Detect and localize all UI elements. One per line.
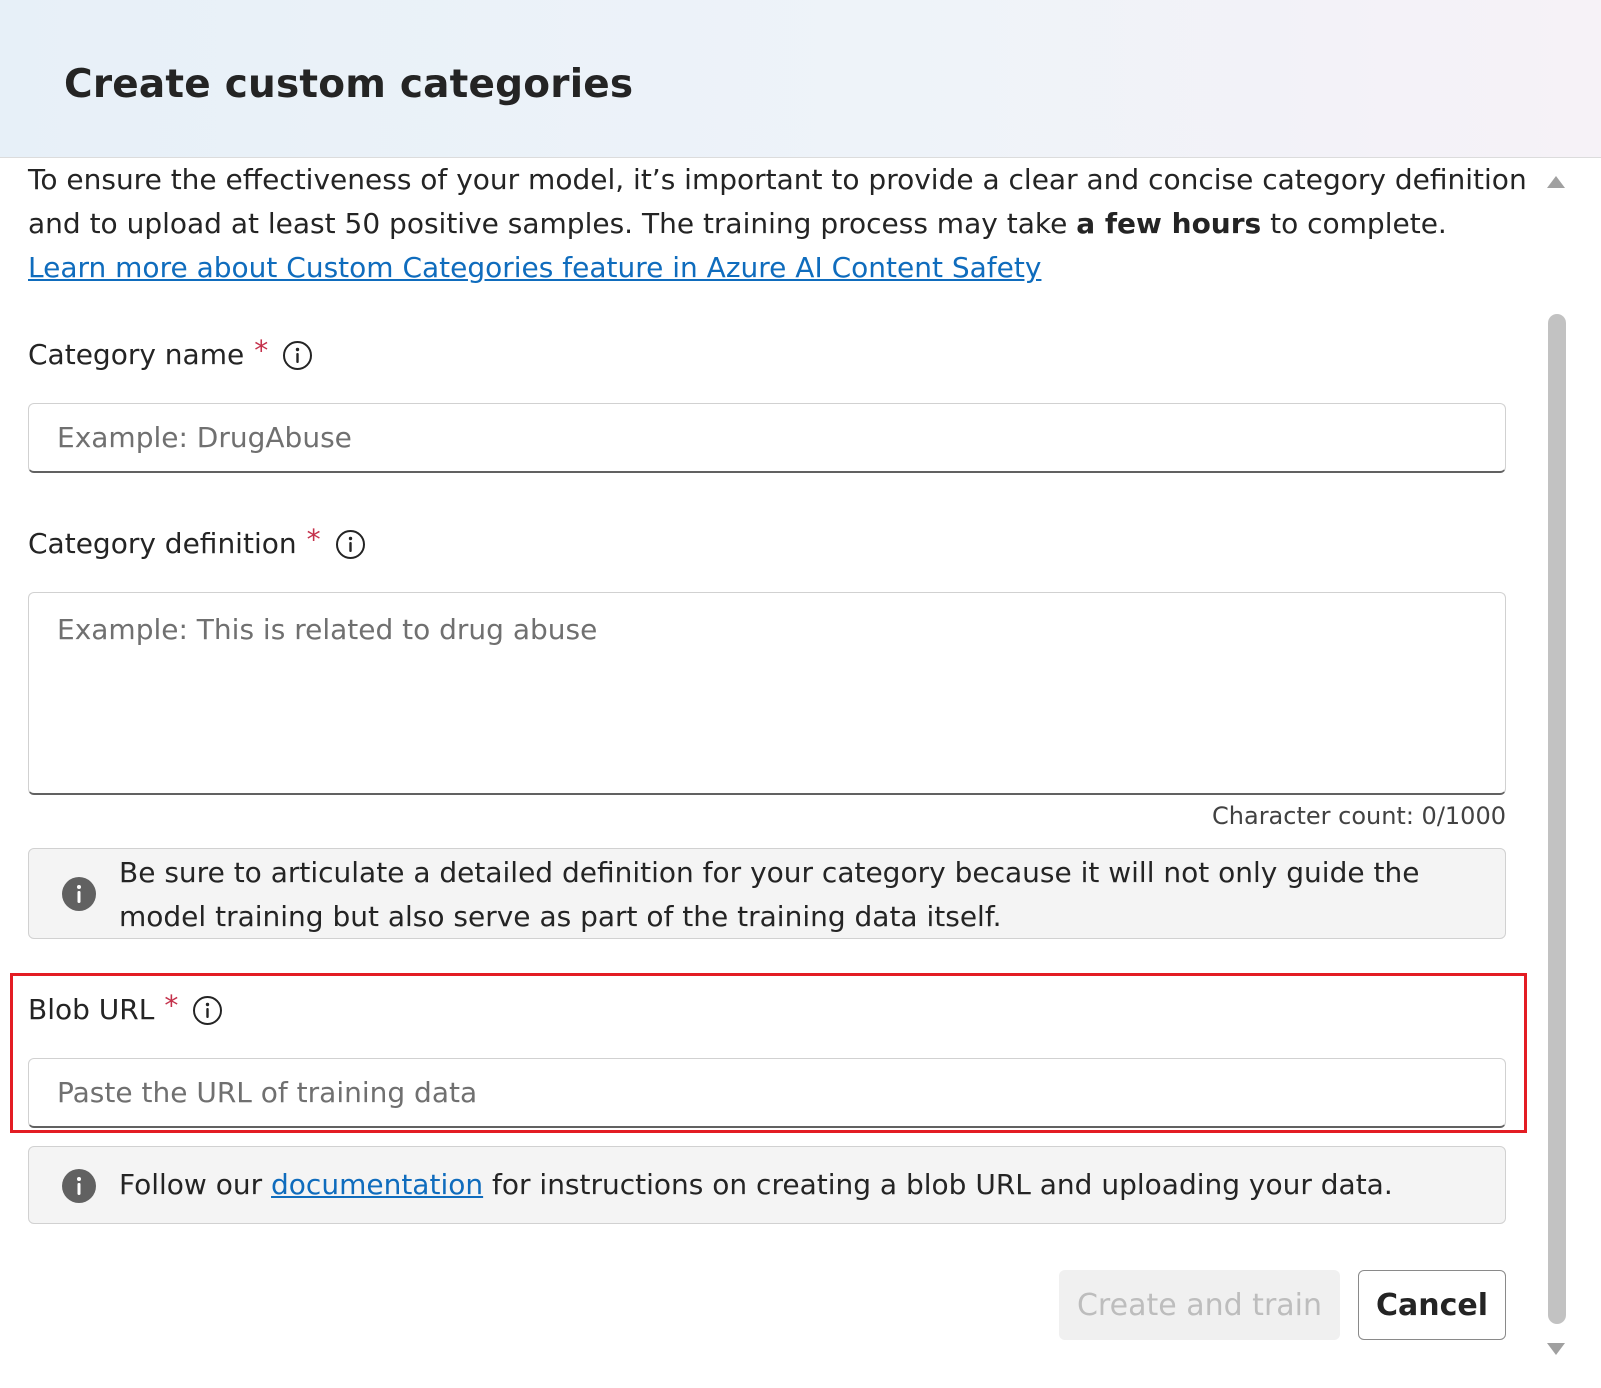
required-asterisk: * — [254, 334, 269, 367]
blob-info-message: Follow our documentation for instruction… — [28, 1146, 1506, 1224]
blob-url-input[interactable]: Paste the URL of training data — [28, 1058, 1506, 1128]
blob-info-text-part: for instructions on creating a blob URL … — [483, 1168, 1393, 1201]
create-and-train-button[interactable]: Create and train — [1059, 1270, 1340, 1340]
blob-url-placeholder: Paste the URL of training data — [57, 1076, 478, 1109]
blob-info-text: Follow our documentation for instruction… — [119, 1163, 1475, 1207]
required-asterisk: * — [164, 989, 179, 1022]
intro-bold-text: a few hours — [1076, 207, 1262, 240]
vertical-scrollbar[interactable] — [1542, 158, 1570, 1388]
dialog-title: Create custom categories — [64, 62, 634, 107]
dialog-header: Create custom categories — [0, 0, 1601, 158]
info-outline-icon[interactable] — [335, 529, 366, 560]
intro-text: To ensure the effectiveness of your mode… — [28, 158, 1528, 290]
scrollbar-thumb[interactable] — [1548, 314, 1566, 1324]
blob-info-text-part: Follow our — [119, 1168, 272, 1201]
category-definition-label-text: Category definition — [28, 527, 297, 560]
category-name-label: Category name * — [28, 334, 313, 372]
definition-info-text: Be sure to articulate a detailed definit… — [119, 856, 1420, 933]
category-definition-label: Category definition * — [28, 523, 366, 561]
learn-more-link[interactable]: Learn more about Custom Categories featu… — [28, 251, 1041, 284]
required-asterisk: * — [306, 523, 321, 556]
intro-text-part: to complete. — [1261, 207, 1447, 240]
category-definition-placeholder: Example: This is related to drug abuse — [57, 613, 598, 646]
documentation-link[interactable]: documentation — [271, 1168, 483, 1201]
category-name-label-text: Category name — [28, 338, 245, 371]
category-name-input[interactable]: Example: DrugAbuse — [28, 403, 1506, 473]
scroll-up-arrow-icon[interactable] — [1547, 176, 1565, 188]
blob-url-label-text: Blob URL — [28, 993, 155, 1026]
definition-info-message: Be sure to articulate a detailed definit… — [28, 848, 1506, 939]
scroll-down-arrow-icon[interactable] — [1547, 1343, 1565, 1355]
character-count: Character count: 0/1000 — [1212, 802, 1506, 830]
info-outline-icon[interactable] — [282, 340, 313, 371]
category-name-placeholder: Example: DrugAbuse — [57, 421, 352, 454]
info-outline-icon[interactable] — [192, 995, 223, 1026]
cancel-button[interactable]: Cancel — [1358, 1270, 1506, 1340]
info-filled-icon — [61, 876, 97, 912]
info-filled-icon — [61, 1168, 97, 1204]
category-definition-textarea[interactable]: Example: This is related to drug abuse — [28, 592, 1506, 795]
blob-url-label: Blob URL * — [28, 989, 223, 1027]
